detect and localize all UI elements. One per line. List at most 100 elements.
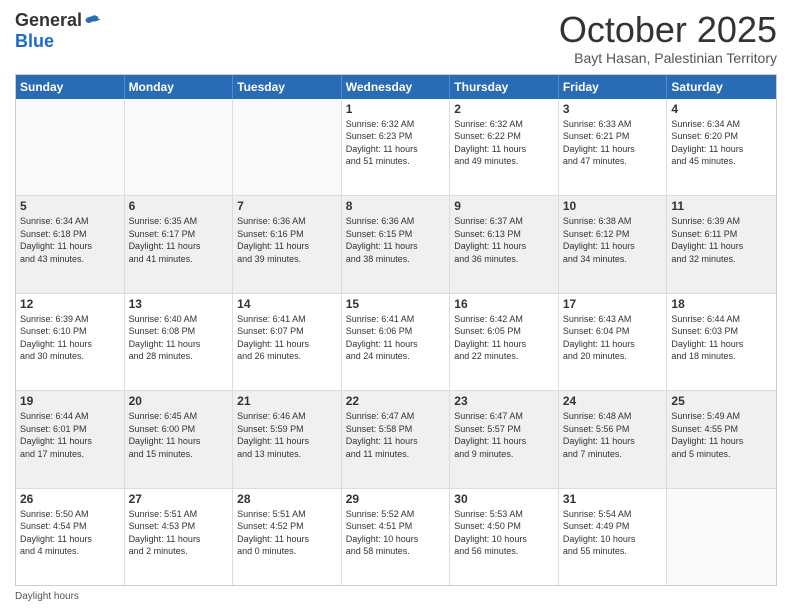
logo: General Blue xyxy=(15,10,100,52)
calendar-cell: 20 Sunrise: 6:45 AM Sunset: 6:00 PM Dayli… xyxy=(125,391,234,487)
day-info: Sunrise: 6:42 AM Sunset: 6:05 PM Dayligh… xyxy=(454,313,554,363)
day-number: 10 xyxy=(563,199,663,213)
day-number: 19 xyxy=(20,394,120,408)
calendar-cell xyxy=(16,99,125,195)
day-number: 14 xyxy=(237,297,337,311)
calendar-cell: 14 Sunrise: 6:41 AM Sunset: 6:07 PM Dayli… xyxy=(233,294,342,390)
weekday-header-saturday: Saturday xyxy=(667,75,776,99)
day-info: Sunrise: 5:50 AM Sunset: 4:54 PM Dayligh… xyxy=(20,508,120,558)
calendar-cell: 30Sunrise: 5:53 AM Sunset: 4:50 PM Dayli… xyxy=(450,489,559,585)
footer: Daylight hours xyxy=(15,591,777,602)
day-info: Sunrise: 6:33 AM Sunset: 6:21 PM Dayligh… xyxy=(563,118,663,168)
calendar-cell: 18 Sunrise: 6:44 AM Sunset: 6:03 PM Dayli… xyxy=(667,294,776,390)
day-number: 27 xyxy=(129,492,229,506)
day-info: Sunrise: 5:54 AM Sunset: 4:49 PM Dayligh… xyxy=(563,508,663,558)
calendar-cell xyxy=(233,99,342,195)
calendar-cell: 9 Sunrise: 6:37 AM Sunset: 6:13 PM Daylig… xyxy=(450,196,559,292)
day-info: Sunrise: 6:36 AM Sunset: 6:15 PM Dayligh… xyxy=(346,215,446,265)
page: General Blue October 2025 Bayt Hasan, Pa… xyxy=(0,0,792,612)
weekday-header-wednesday: Wednesday xyxy=(342,75,451,99)
calendar-cell: 1 Sunrise: 6:32 AM Sunset: 6:23 PM Daylig… xyxy=(342,99,451,195)
day-info: Sunrise: 6:45 AM Sunset: 6:00 PM Dayligh… xyxy=(129,410,229,460)
day-info: Sunrise: 5:52 AM Sunset: 4:51 PM Dayligh… xyxy=(346,508,446,558)
day-number: 23 xyxy=(454,394,554,408)
calendar-cell: 4 Sunrise: 6:34 AM Sunset: 6:20 PM Daylig… xyxy=(667,99,776,195)
day-number: 18 xyxy=(671,297,772,311)
logo-blue-text: Blue xyxy=(15,31,54,52)
day-number: 12 xyxy=(20,297,120,311)
day-info: Sunrise: 6:47 AM Sunset: 5:57 PM Dayligh… xyxy=(454,410,554,460)
day-info: Sunrise: 5:51 AM Sunset: 4:53 PM Dayligh… xyxy=(129,508,229,558)
calendar-header: SundayMondayTuesdayWednesdayThursdayFrid… xyxy=(16,75,776,99)
day-info: Sunrise: 6:44 AM Sunset: 6:01 PM Dayligh… xyxy=(20,410,120,460)
day-number: 1 xyxy=(346,102,446,116)
calendar-cell: 28Sunrise: 5:51 AM Sunset: 4:52 PM Dayli… xyxy=(233,489,342,585)
calendar-cell: 15Sunrise: 6:41 AM Sunset: 6:06 PM Dayli… xyxy=(342,294,451,390)
day-info: Sunrise: 6:37 AM Sunset: 6:13 PM Dayligh… xyxy=(454,215,554,265)
day-info: Sunrise: 6:32 AM Sunset: 6:22 PM Dayligh… xyxy=(454,118,554,168)
day-number: 5 xyxy=(20,199,120,213)
calendar-cell: 3 Sunrise: 6:33 AM Sunset: 6:21 PM Daylig… xyxy=(559,99,668,195)
day-number: 30 xyxy=(454,492,554,506)
day-number: 17 xyxy=(563,297,663,311)
weekday-header-monday: Monday xyxy=(125,75,234,99)
calendar-cell: 11 Sunrise: 6:39 AM Sunset: 6:11 PM Dayli… xyxy=(667,196,776,292)
day-info: Sunrise: 6:44 AM Sunset: 6:03 PM Dayligh… xyxy=(671,313,772,363)
day-number: 8 xyxy=(346,199,446,213)
calendar-cell: 21Sunrise: 6:46 AM Sunset: 5:59 PM Dayli… xyxy=(233,391,342,487)
month-title: October 2025 xyxy=(559,10,777,50)
day-number: 6 xyxy=(129,199,229,213)
day-info: Sunrise: 6:41 AM Sunset: 6:06 PM Dayligh… xyxy=(346,313,446,363)
logo-general-text: General xyxy=(15,10,82,31)
calendar-cell: 22Sunrise: 6:47 AM Sunset: 5:58 PM Dayli… xyxy=(342,391,451,487)
calendar-cell: 2Sunrise: 6:32 AM Sunset: 6:22 PM Daylig… xyxy=(450,99,559,195)
daylight-label: Daylight hours xyxy=(15,591,79,602)
calendar-cell: 8 Sunrise: 6:36 AM Sunset: 6:15 PM Daylig… xyxy=(342,196,451,292)
calendar-cell: 23 Sunrise: 6:47 AM Sunset: 5:57 PM Dayli… xyxy=(450,391,559,487)
day-number: 13 xyxy=(129,297,229,311)
day-info: Sunrise: 6:39 AM Sunset: 6:10 PM Dayligh… xyxy=(20,313,120,363)
calendar: SundayMondayTuesdayWednesdayThursdayFrid… xyxy=(15,74,777,586)
calendar-cell: 27 Sunrise: 5:51 AM Sunset: 4:53 PM Dayli… xyxy=(125,489,234,585)
day-info: Sunrise: 6:47 AM Sunset: 5:58 PM Dayligh… xyxy=(346,410,446,460)
day-info: Sunrise: 6:34 AM Sunset: 6:20 PM Dayligh… xyxy=(671,118,772,168)
day-info: Sunrise: 6:34 AM Sunset: 6:18 PM Dayligh… xyxy=(20,215,120,265)
calendar-cell: 29 Sunrise: 5:52 AM Sunset: 4:51 PM Dayli… xyxy=(342,489,451,585)
day-info: Sunrise: 6:32 AM Sunset: 6:23 PM Dayligh… xyxy=(346,118,446,168)
day-info: Sunrise: 6:43 AM Sunset: 6:04 PM Dayligh… xyxy=(563,313,663,363)
day-info: Sunrise: 5:49 AM Sunset: 4:55 PM Dayligh… xyxy=(671,410,772,460)
header: General Blue October 2025 Bayt Hasan, Pa… xyxy=(15,10,777,66)
day-info: Sunrise: 5:51 AM Sunset: 4:52 PM Dayligh… xyxy=(237,508,337,558)
day-number: 11 xyxy=(671,199,772,213)
day-number: 21 xyxy=(237,394,337,408)
calendar-row-1: 1 Sunrise: 6:32 AM Sunset: 6:23 PM Daylig… xyxy=(16,99,776,196)
day-number: 3 xyxy=(563,102,663,116)
day-info: Sunrise: 6:39 AM Sunset: 6:11 PM Dayligh… xyxy=(671,215,772,265)
day-number: 4 xyxy=(671,102,772,116)
calendar-cell: 12 Sunrise: 6:39 AM Sunset: 6:10 PM Dayli… xyxy=(16,294,125,390)
logo-bird-icon xyxy=(84,13,100,29)
day-number: 25 xyxy=(671,394,772,408)
day-info: Sunrise: 6:41 AM Sunset: 6:07 PM Dayligh… xyxy=(237,313,337,363)
day-info: Sunrise: 6:35 AM Sunset: 6:17 PM Dayligh… xyxy=(129,215,229,265)
calendar-cell: 10 Sunrise: 6:38 AM Sunset: 6:12 PM Dayli… xyxy=(559,196,668,292)
day-info: Sunrise: 6:48 AM Sunset: 5:56 PM Dayligh… xyxy=(563,410,663,460)
day-number: 9 xyxy=(454,199,554,213)
weekday-header-friday: Friday xyxy=(559,75,668,99)
day-number: 20 xyxy=(129,394,229,408)
day-info: Sunrise: 6:36 AM Sunset: 6:16 PM Dayligh… xyxy=(237,215,337,265)
weekday-header-sunday: Sunday xyxy=(16,75,125,99)
calendar-cell: 17 Sunrise: 6:43 AM Sunset: 6:04 PM Dayli… xyxy=(559,294,668,390)
calendar-cell: 7Sunrise: 6:36 AM Sunset: 6:16 PM Daylig… xyxy=(233,196,342,292)
calendar-row-4: 19 Sunrise: 6:44 AM Sunset: 6:01 PM Dayli… xyxy=(16,391,776,488)
calendar-row-2: 5 Sunrise: 6:34 AM Sunset: 6:18 PM Daylig… xyxy=(16,196,776,293)
day-number: 29 xyxy=(346,492,446,506)
calendar-cell: 25 Sunrise: 5:49 AM Sunset: 4:55 PM Dayli… xyxy=(667,391,776,487)
calendar-cell xyxy=(667,489,776,585)
day-number: 16 xyxy=(454,297,554,311)
calendar-row-3: 12 Sunrise: 6:39 AM Sunset: 6:10 PM Dayli… xyxy=(16,294,776,391)
day-info: Sunrise: 6:38 AM Sunset: 6:12 PM Dayligh… xyxy=(563,215,663,265)
calendar-cell: 24Sunrise: 6:48 AM Sunset: 5:56 PM Dayli… xyxy=(559,391,668,487)
weekday-header-thursday: Thursday xyxy=(450,75,559,99)
calendar-cell: 6 Sunrise: 6:35 AM Sunset: 6:17 PM Daylig… xyxy=(125,196,234,292)
